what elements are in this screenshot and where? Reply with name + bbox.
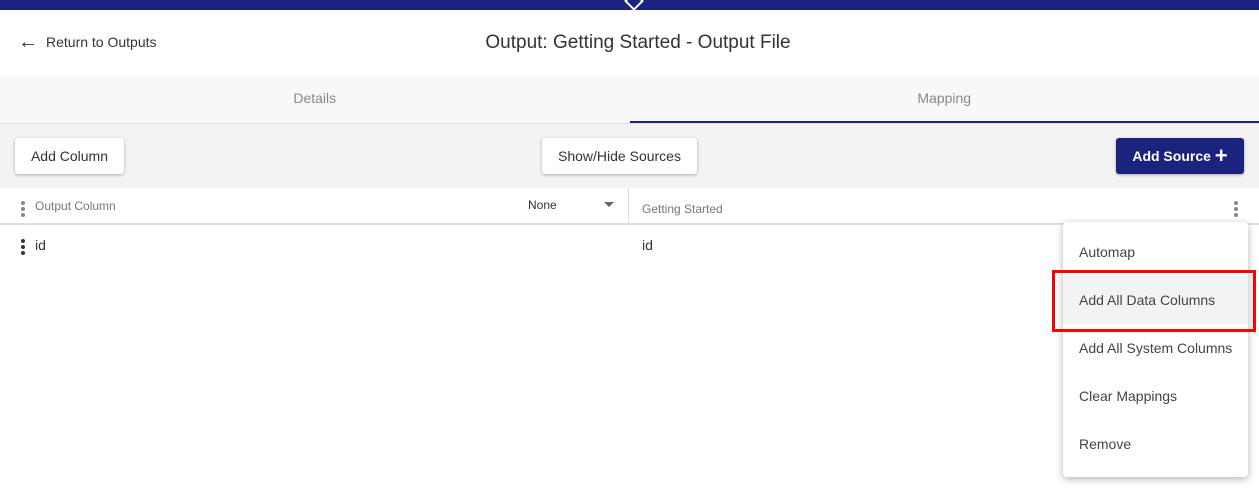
row-menu-icon[interactable] — [21, 239, 25, 255]
add-source-label: Add Source — [1132, 148, 1211, 164]
select-value: None — [528, 198, 557, 212]
tab-mapping[interactable]: Mapping — [629, 75, 1259, 123]
plus-icon: + — [1214, 143, 1228, 168]
add-source-button[interactable]: Add Source + — [1116, 138, 1244, 174]
toolbar: Add Column Show/Hide Sources Add Source … — [0, 124, 1259, 188]
show-hide-sources-button[interactable]: Show/Hide Sources — [542, 138, 697, 174]
output-type-select[interactable]: None — [528, 198, 616, 212]
menu-item-add-all-system-columns[interactable]: Add All System Columns — [1063, 324, 1248, 372]
tabs: Details Mapping — [0, 75, 1259, 124]
column-divider — [628, 188, 629, 225]
source-menu-icon[interactable] — [1234, 201, 1238, 217]
output-cell: id — [35, 237, 46, 253]
caret-down-icon — [604, 202, 614, 207]
menu-item-remove[interactable]: Remove — [1063, 420, 1248, 468]
source-cell[interactable]: id — [642, 237, 653, 253]
page-title: Output: Getting Started - Output File — [485, 32, 791, 53]
menu-item-automap[interactable]: Automap — [1063, 228, 1248, 276]
top-bar — [0, 0, 1259, 11]
menu-item-clear-mappings[interactable]: Clear Mappings — [1063, 372, 1248, 420]
table-header: Output Column None Getting Started — [0, 188, 1259, 225]
output-column-header: Output Column — [35, 199, 116, 213]
menu-item-add-all-data-columns[interactable]: Add All Data Columns — [1063, 276, 1248, 324]
column-menu-icon[interactable] — [21, 201, 25, 217]
tab-details[interactable]: Details — [0, 75, 630, 123]
source-header: Getting Started — [642, 202, 723, 216]
source-context-menu: Automap Add All Data Columns Add All Sys… — [1063, 222, 1248, 477]
add-column-button[interactable]: Add Column — [15, 138, 124, 174]
header: ← Return to Outputs Output: Getting Star… — [0, 10, 1259, 75]
